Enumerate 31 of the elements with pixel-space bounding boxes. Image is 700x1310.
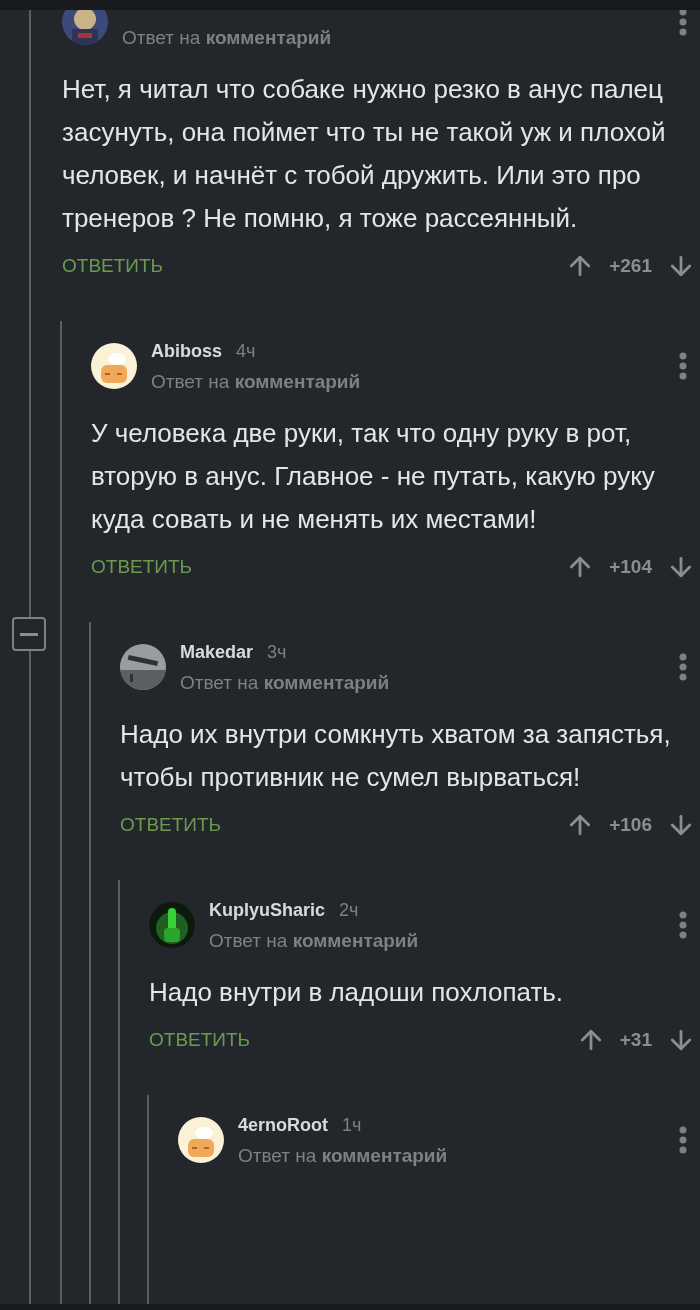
username[interactable]: Makedar: [180, 642, 254, 662]
more-icon[interactable]: [678, 1126, 688, 1154]
comment-score: +31: [619, 1027, 652, 1052]
comment-time: 1ч: [342, 1115, 362, 1135]
comment-score: +106: [609, 812, 652, 837]
username[interactable]: Abiboss: [151, 341, 222, 361]
comment-score: +261: [609, 253, 652, 278]
reply-to-label: Ответ на комментарий: [180, 672, 390, 694]
reply-to-label: Ответ на комментарий: [238, 1145, 448, 1167]
reply-button[interactable]: ОТВЕТИТЬ: [149, 1028, 251, 1052]
comment-text: Надо внутри в ладоши похлопать.: [149, 976, 565, 1009]
more-icon[interactable]: [678, 352, 688, 380]
reply-button[interactable]: ОТВЕТИТЬ: [120, 813, 222, 837]
reply-to-label: Ответ на комментарий: [209, 930, 419, 952]
comment-text: У человека две руки, так что одну руку в рот, вторую в анус. Главное - не путать, какую руку куда совать и не менять их местами!: [91, 417, 656, 536]
reply-to-label: Ответ на комментарий: [151, 371, 361, 393]
comment-time: 2ч: [339, 900, 359, 920]
comment-text: Нет, я читал что собаке нужно резко в анус палец засунуть, она поймет что ты не такой уж и плохой человек, и начнёт с тобой дружить. Или это про тренеров ? Не помню, я тоже рассеянный.: [62, 73, 667, 235]
reply-button[interactable]: ОТВЕТИТЬ: [91, 555, 193, 579]
username[interactable]: 4ernoRoot: [238, 1115, 328, 1135]
reply-button[interactable]: ОТВЕТИТЬ: [62, 254, 164, 278]
comment-score: +104: [609, 554, 652, 579]
more-icon[interactable]: [678, 911, 688, 939]
comment-time: 3ч: [267, 642, 287, 662]
username[interactable]: KuplyuSharic: [209, 900, 326, 920]
comment-time: 4ч: [236, 341, 256, 361]
minus-icon: [20, 632, 38, 636]
collapse-button[interactable]: [12, 617, 46, 651]
reply-to-label: Ответ на комментарий: [122, 27, 332, 49]
more-icon[interactable]: [678, 653, 688, 681]
comment-text: Надо их внутри сомкнуть хватом за запястья, чтобы противник не сумел вырваться!: [120, 718, 672, 794]
